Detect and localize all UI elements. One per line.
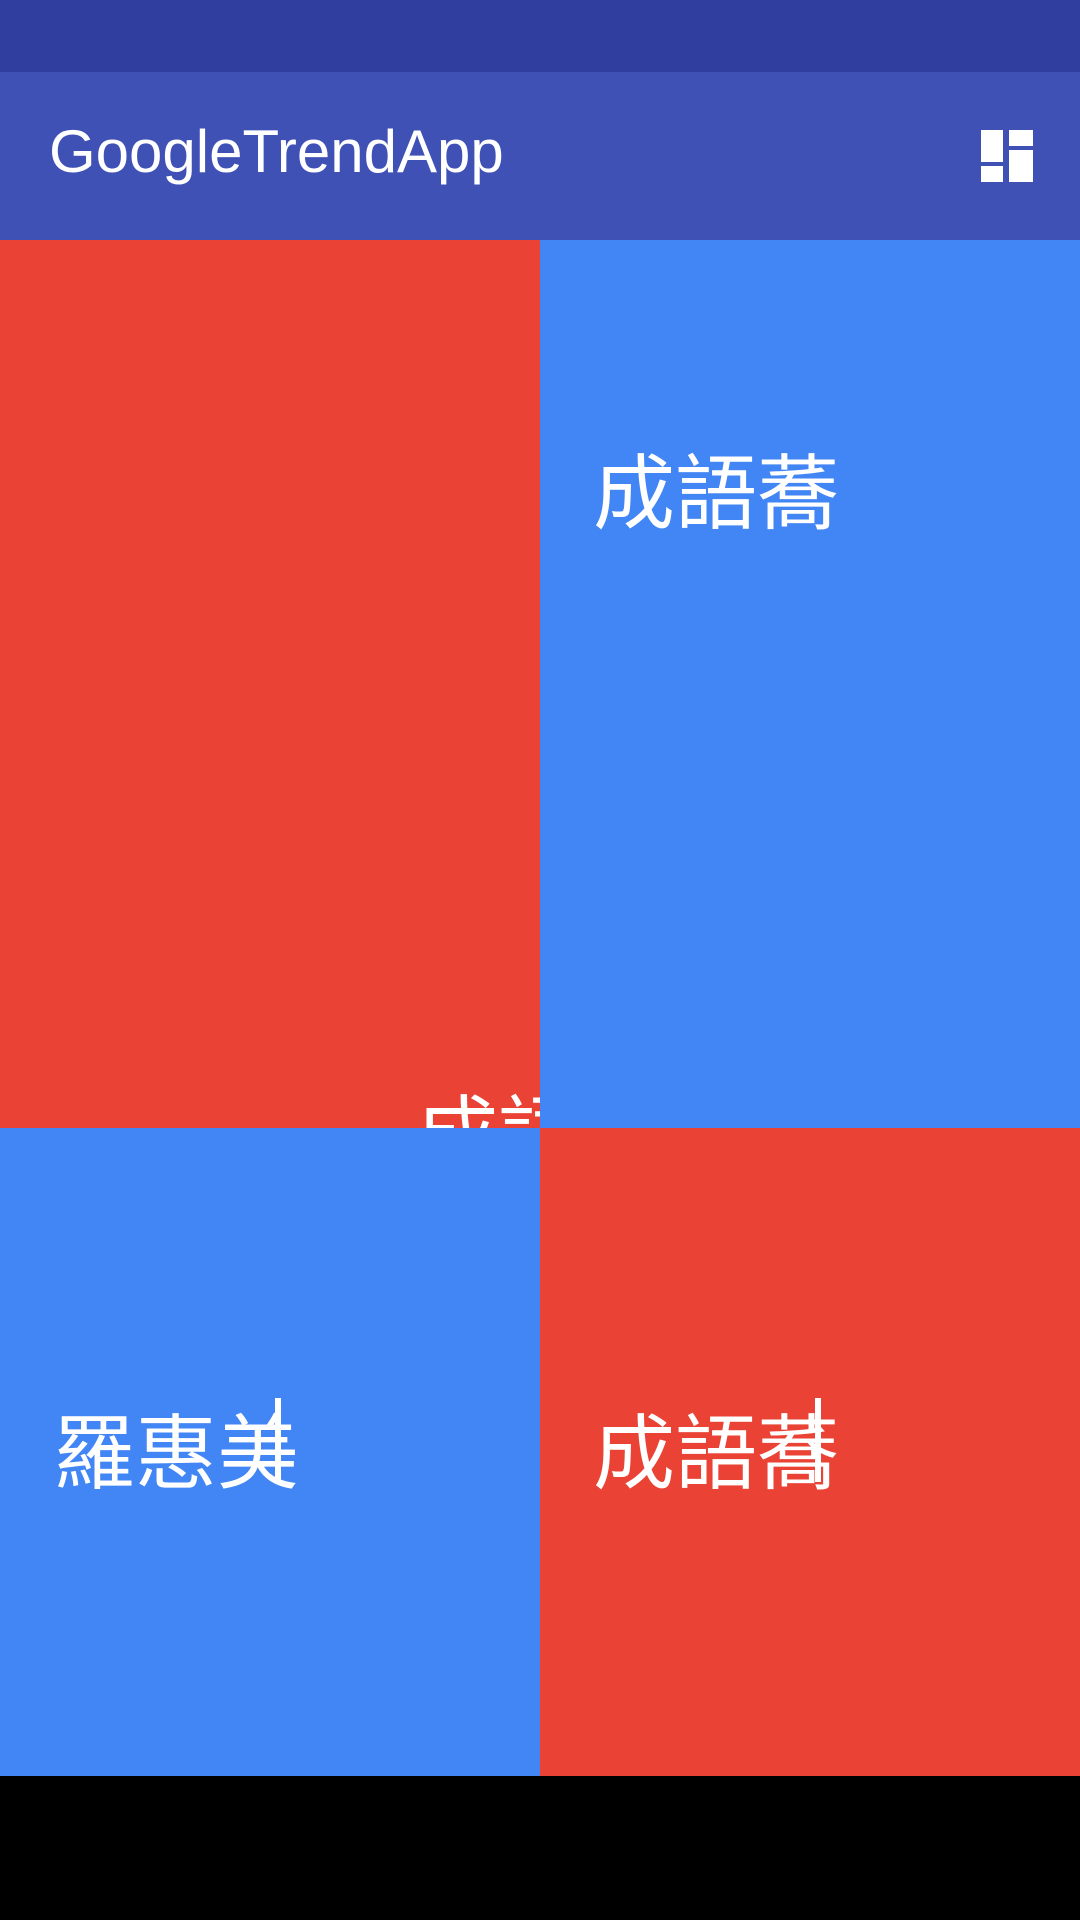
- text-cursor: [815, 1398, 821, 1482]
- text-cursor: [275, 1398, 281, 1482]
- trend-tile-label: 成語蕎: [593, 447, 840, 542]
- trend-grid: 成語蕎 成語蕎 羅惠美 成語蕎: [0, 240, 1080, 1776]
- trend-tile[interactable]: 成語蕎: [0, 240, 540, 1128]
- trend-tile-label: 成語蕎: [416, 1095, 540, 1129]
- app-bar: GoogleTrendApp: [0, 72, 1080, 240]
- navigation-bar: [0, 1776, 1080, 1920]
- layout-toggle-button[interactable]: [975, 124, 1039, 188]
- trend-tile-label: 成語蕎: [593, 1407, 840, 1502]
- trend-tile[interactable]: 羅惠美: [0, 1128, 540, 1776]
- app-title: GoogleTrendApp: [49, 118, 504, 185]
- dashboard-layout-icon: [981, 130, 1033, 182]
- trend-tile[interactable]: 成語蕎: [540, 240, 1080, 1128]
- status-bar: [0, 0, 1080, 72]
- trend-tile[interactable]: 成語蕎: [540, 1128, 1080, 1776]
- trend-tile-label: 羅惠美: [53, 1407, 300, 1502]
